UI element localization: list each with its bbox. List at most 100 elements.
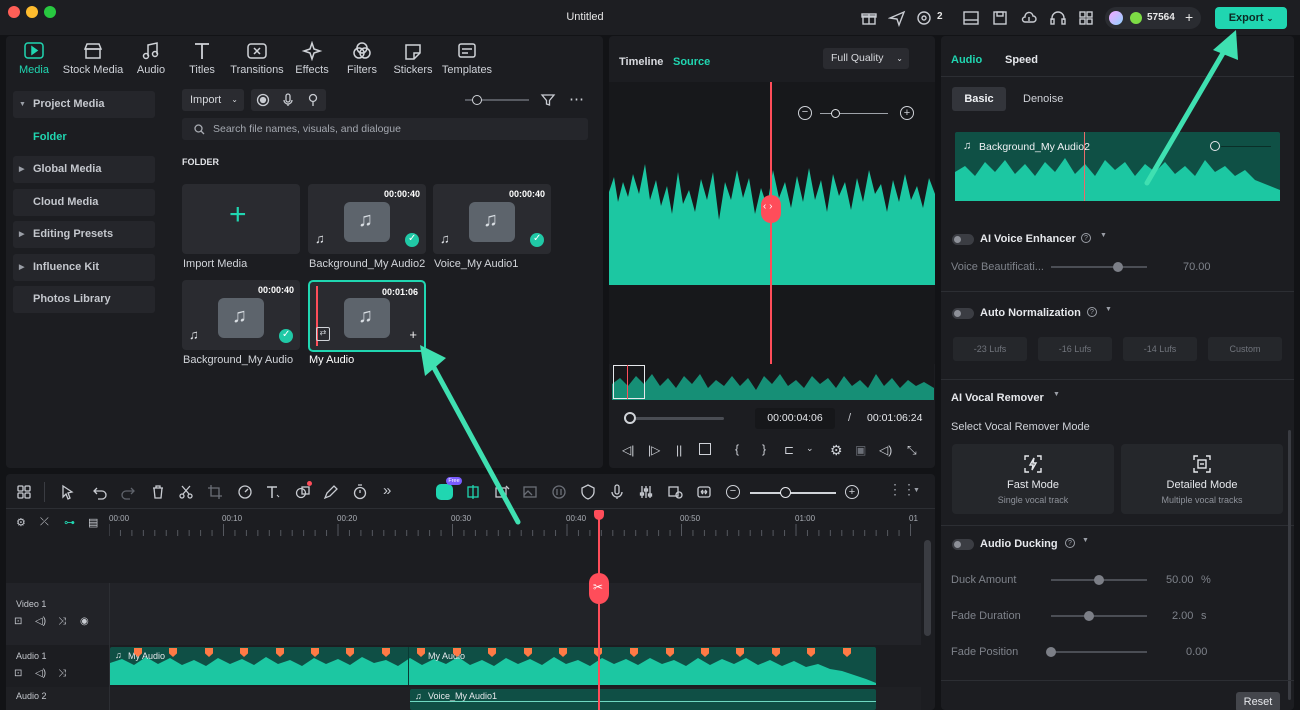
scissors-icon[interactable]: [178, 484, 194, 500]
tab-filters[interactable]: Filters: [342, 41, 382, 76]
help-icon[interactable]: ?: [1081, 233, 1091, 243]
current-time[interactable]: 00:00:04:06: [755, 408, 835, 429]
sidebar-item-project-media[interactable]: ▼ Project Media: [13, 91, 155, 118]
audio2-clip[interactable]: ♫ Voice_My Audio1: [410, 689, 876, 710]
reset-button[interactable]: Reset: [1236, 692, 1280, 710]
search-input[interactable]: Search file names, visuals, and dialogue: [182, 118, 588, 140]
caret-down-icon[interactable]: ▼: [1082, 537, 1089, 544]
panel-scrollbar[interactable]: [1288, 430, 1291, 700]
tab-templates[interactable]: Templates: [440, 41, 494, 76]
volume-knob[interactable]: [1210, 141, 1220, 151]
media-item-background-my-audio2[interactable]: ♫ 00:00:40 ♫ ✓: [308, 184, 426, 254]
beat-marker[interactable]: [666, 648, 674, 657]
redo-icon[interactable]: [120, 484, 136, 500]
replace-clip-icon[interactable]: [667, 484, 683, 500]
text-tool-icon[interactable]: [265, 484, 281, 500]
pen-icon[interactable]: [323, 484, 339, 500]
timeline-scrollbar[interactable]: [924, 540, 931, 636]
beat-marker[interactable]: [134, 648, 142, 657]
beat-marker[interactable]: [701, 648, 709, 657]
playhead-top-handle[interactable]: [594, 510, 604, 520]
tab-timeline-preview[interactable]: Timeline: [619, 56, 663, 68]
speed-icon[interactable]: [237, 484, 253, 500]
mute-magic-icon[interactable]: ⤨: [58, 668, 66, 679]
microphone-record-icon[interactable]: [609, 484, 625, 500]
zoom-knob[interactable]: [831, 109, 840, 118]
mark-in-icon[interactable]: {: [735, 442, 739, 456]
beat-marker[interactable]: [276, 648, 284, 657]
grid-apps-icon[interactable]: [1077, 9, 1095, 27]
zoom-in-icon[interactable]: +: [900, 106, 914, 120]
fast-mode-card[interactable]: Fast Mode Single vocal track: [952, 444, 1114, 514]
voice-beautification-slider[interactable]: [1051, 266, 1147, 268]
import-media-tile[interactable]: +: [182, 184, 300, 254]
fade-position-slider[interactable]: [1051, 651, 1147, 653]
eye-icon[interactable]: ◉: [80, 616, 89, 627]
support-icon[interactable]: [915, 9, 933, 27]
timer-icon[interactable]: [352, 484, 368, 500]
zoom-out-icon[interactable]: −: [798, 106, 812, 120]
beat-marker[interactable]: [772, 648, 780, 657]
snapshot-icon[interactable]: ▣: [855, 443, 866, 457]
timeline-zoom-slider[interactable]: [750, 492, 836, 494]
playhead-handle[interactable]: ‹ ›: [761, 195, 781, 223]
caret-down-icon[interactable]: ▼: [1100, 232, 1107, 239]
sidebar-item-influence-kit[interactable]: ▶ Influence Kit: [13, 254, 155, 281]
pause-icon[interactable]: ||: [676, 443, 682, 457]
quality-dropdown[interactable]: Full Quality ⌄: [823, 48, 909, 69]
caret-down-icon[interactable]: ▼: [913, 487, 920, 494]
tab-source-preview[interactable]: Source: [673, 56, 710, 68]
help-icon[interactable]: ?: [1065, 538, 1075, 548]
audio-mixer-icon[interactable]: [638, 484, 654, 500]
beat-marker[interactable]: [524, 648, 532, 657]
volume-icon[interactable]: ◁): [879, 443, 892, 457]
tab-stickers[interactable]: Stickers: [390, 41, 436, 76]
audio-stretch-icon[interactable]: [465, 484, 481, 500]
import-dropdown[interactable]: Import ⌄: [182, 89, 244, 111]
slider-knob[interactable]: [472, 95, 482, 105]
add-credits-icon[interactable]: +: [1185, 9, 1193, 25]
save-icon[interactable]: [991, 9, 1009, 27]
beat-marker[interactable]: [382, 648, 390, 657]
slider-knob[interactable]: [1046, 647, 1056, 657]
fade-duration-value[interactable]: 2.00: [1172, 610, 1193, 622]
mark-out-icon[interactable]: }: [762, 442, 766, 456]
beat-marker[interactable]: [205, 648, 213, 657]
fade-position-value[interactable]: 0.00: [1186, 646, 1207, 658]
track-settings-icon[interactable]: ⚙: [16, 516, 26, 529]
tab-speed[interactable]: Speed: [1005, 54, 1038, 66]
subtab-basic[interactable]: Basic: [952, 87, 1006, 111]
beat-marker[interactable]: [169, 648, 177, 657]
beat-marker[interactable]: [736, 648, 744, 657]
crop-icon[interactable]: [207, 484, 223, 500]
headset-icon[interactable]: [1049, 9, 1067, 27]
sidebar-item-editing-presets[interactable]: ▶ Editing Presets: [13, 221, 155, 248]
tab-transitions[interactable]: Transitions: [228, 41, 286, 76]
beat-marker[interactable]: [240, 648, 248, 657]
filter-icon[interactable]: [540, 92, 556, 108]
track-layout-icon[interactable]: ▤: [88, 516, 98, 529]
beat-marker[interactable]: [453, 648, 461, 657]
settings-icon[interactable]: ⚙: [830, 442, 843, 459]
detailed-mode-card[interactable]: Detailed Mode Multiple vocal tracks: [1121, 444, 1283, 514]
timeline-zoom-knob[interactable]: [780, 487, 791, 498]
lufs-preset-14[interactable]: -14 Lufs: [1123, 337, 1197, 361]
play-icon[interactable]: |▷: [648, 443, 660, 457]
ai-voice-enhancer-toggle[interactable]: [952, 234, 974, 245]
replace-icon[interactable]: ⇄: [316, 327, 330, 341]
gift-icon[interactable]: [860, 9, 878, 27]
lufs-preset-16[interactable]: -16 Lufs: [1038, 337, 1112, 361]
tab-effects[interactable]: Effects: [292, 41, 332, 76]
timeline-playhead[interactable]: [598, 511, 600, 710]
mute-magic-icon[interactable]: ⤨: [58, 616, 66, 627]
add-to-timeline-icon[interactable]: +: [409, 327, 417, 342]
select-pointer-icon[interactable]: [60, 484, 76, 500]
more-options-icon[interactable]: ⋯: [569, 90, 585, 108]
insert-icon[interactable]: ⊏: [784, 443, 794, 457]
beat-marker[interactable]: [630, 648, 638, 657]
mask-shape-icon[interactable]: [295, 484, 311, 500]
chevron-down-icon[interactable]: ⌄: [806, 443, 814, 454]
lufs-preset-23[interactable]: -23 Lufs: [953, 337, 1027, 361]
track-grid-icon[interactable]: ⋮⋮: [888, 481, 916, 498]
step-back-icon[interactable]: ◁|: [622, 443, 634, 457]
